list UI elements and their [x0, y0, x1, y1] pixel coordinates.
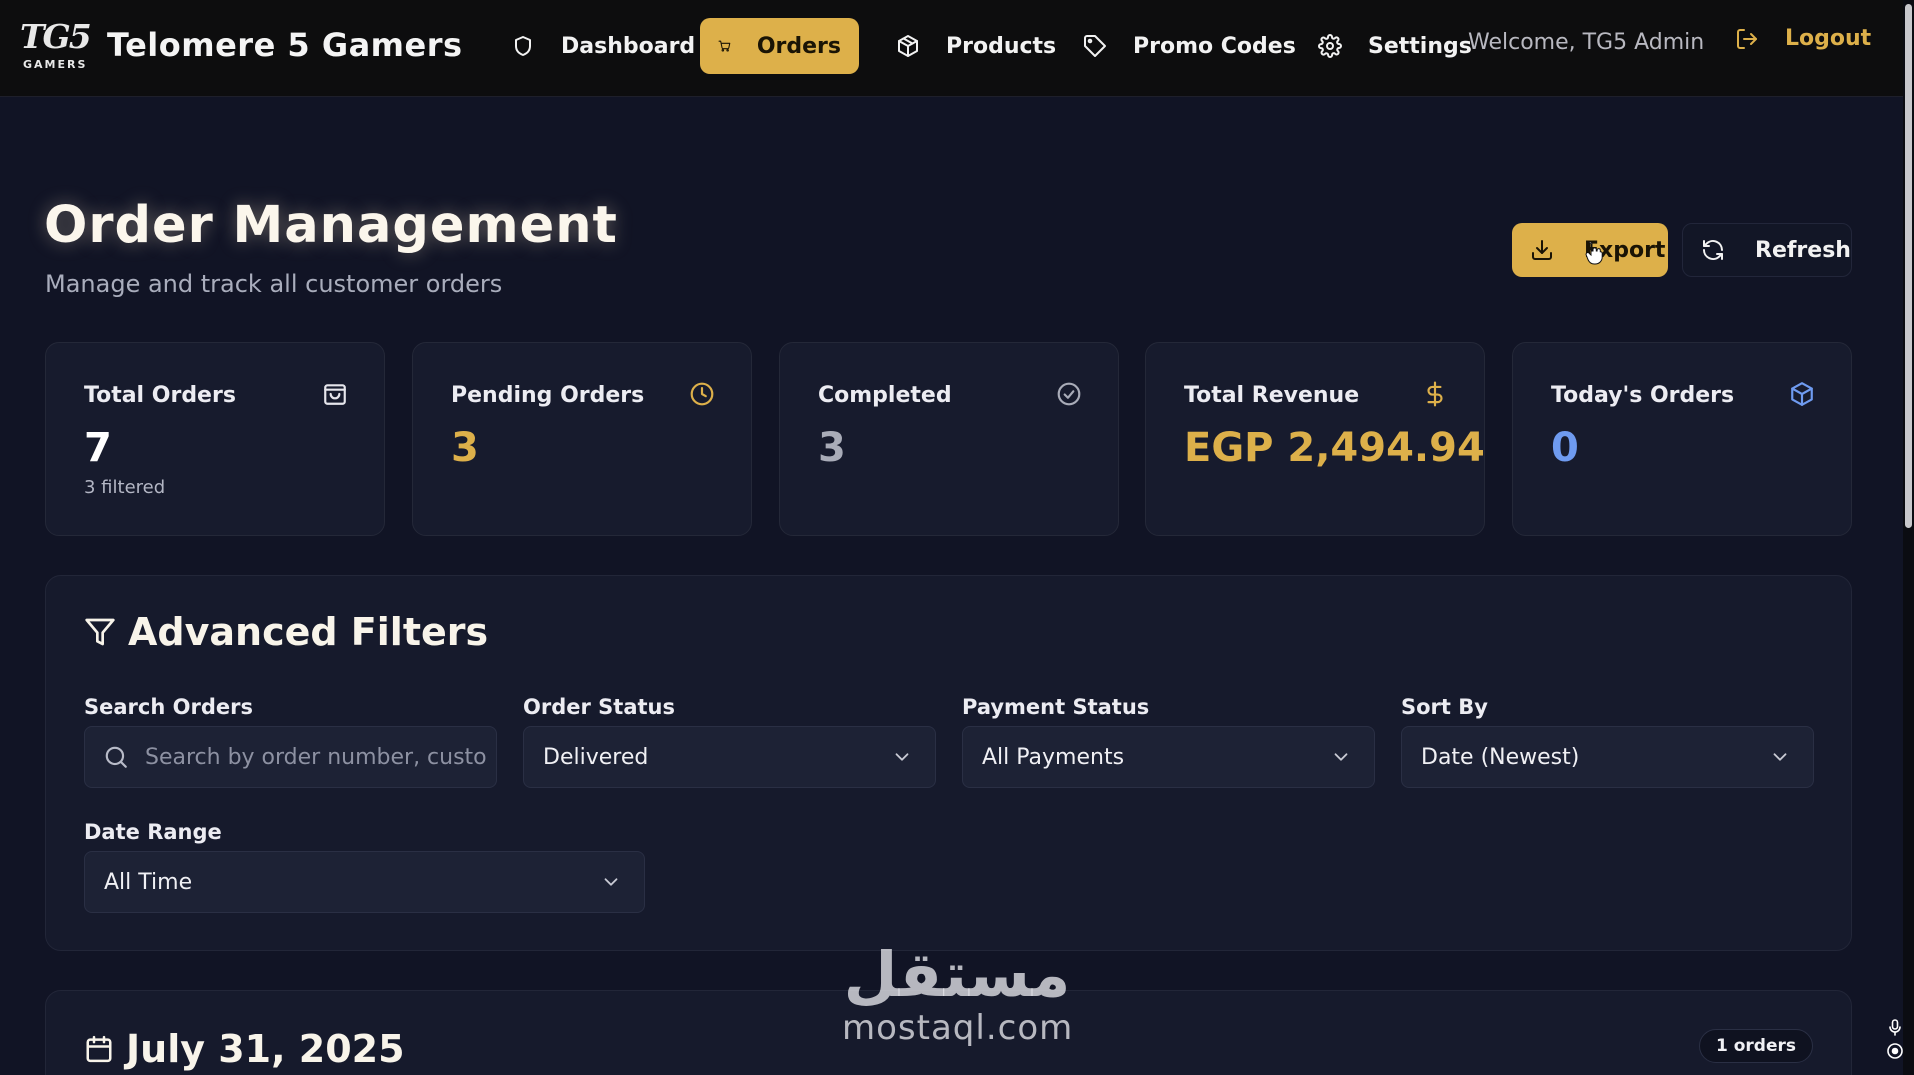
stat-card-completed: Completed 3 [779, 342, 1119, 536]
check-circle-icon [1057, 382, 1081, 406]
watermark-latin: mostaql.com [842, 1008, 1074, 1048]
refresh-button[interactable]: Refresh [1682, 223, 1852, 277]
stat-value: 3 [818, 425, 846, 471]
nav-item-promo-codes[interactable]: Promo Codes [1065, 18, 1314, 74]
sort-by-select[interactable]: Date (Newest) [1401, 726, 1814, 788]
date-group-title: July 31, 2025 [84, 1027, 405, 1071]
nav-item-dashboard[interactable]: Dashboard [493, 18, 713, 74]
payment-status-select[interactable]: All Payments [962, 726, 1375, 788]
nav-item-label: Promo Codes [1133, 33, 1296, 59]
box-icon [1791, 382, 1813, 406]
stat-value: 3 [451, 425, 479, 471]
orders-count-badge: 1 orders [1698, 1029, 1813, 1063]
filter-icon [85, 618, 115, 646]
date-range-select[interactable]: All Time [84, 851, 645, 913]
welcome-text: Welcome, TG5 Admin [1468, 30, 1705, 55]
download-icon [1532, 240, 1552, 260]
order-status-label: Order Status [523, 695, 675, 719]
brand-name[interactable]: Telomere 5 Gamers [107, 26, 463, 64]
date-group-date: July 31, 2025 [126, 1027, 405, 1071]
stat-label: Total Revenue [1184, 383, 1360, 408]
nav-item-settings[interactable]: Settings [1300, 18, 1490, 74]
logout-icon [1737, 28, 1757, 49]
dollar-icon [1427, 381, 1443, 407]
watermark: مستقل mostaql.com [842, 938, 1074, 1048]
search-input[interactable] [129, 744, 496, 770]
shopping-bag-icon [324, 384, 346, 405]
stat-card-pending-orders: Pending Orders 3 [412, 342, 752, 536]
stat-card-todays-orders: Today's Orders 0 [1512, 342, 1852, 536]
corner-tools [1886, 1018, 1908, 1066]
mouse-cursor-icon [1585, 241, 1603, 265]
date-range-value: All Time [104, 869, 193, 895]
nav-item-label: Products [946, 33, 1057, 59]
filters-title: Advanced Filters [84, 610, 488, 654]
refresh-label: Refresh [1755, 237, 1851, 263]
page-title: Order Management [44, 196, 618, 255]
search-label: Search Orders [84, 695, 253, 719]
payment-status-label: Payment Status [962, 695, 1150, 719]
top-navbar: TG5 GAMERS Telomere 5 Gamers Dashboard O… [0, 0, 1903, 97]
stat-value: 0 [1551, 425, 1579, 471]
nav-item-orders[interactable]: Orders [700, 18, 859, 74]
sort-by-label: Sort By [1401, 695, 1488, 719]
order-status-select[interactable]: Delivered [523, 726, 936, 788]
watermark-arabic: مستقل [843, 938, 1071, 1011]
tag-icon [1084, 35, 1106, 57]
stat-card-total-revenue: Total Revenue EGP 2,494.94 [1145, 342, 1485, 536]
advanced-filters-panel: Advanced Filters Search Orders Order Sta… [45, 575, 1852, 951]
stat-sub: 3 filtered [84, 477, 166, 498]
stat-value: 7 [84, 425, 112, 471]
stat-label: Pending Orders [451, 383, 645, 408]
stat-card-total-orders: Total Orders 7 3 filtered [45, 342, 385, 536]
nav-item-label: Settings [1368, 33, 1472, 59]
stat-label: Completed [818, 383, 952, 408]
page-scrollbar[interactable] [1903, 0, 1914, 1075]
logout-label: Logout [1785, 26, 1872, 51]
search-icon [105, 746, 127, 768]
logo-subtext: GAMERS [23, 58, 88, 71]
search-field [84, 726, 497, 788]
stat-label: Today's Orders [1551, 383, 1735, 408]
calendar-icon [86, 1035, 112, 1063]
page-subtitle: Manage and track all customer orders [45, 270, 503, 298]
payment-status-value: All Payments [982, 744, 1125, 770]
refresh-icon [1703, 240, 1723, 260]
date-range-label: Date Range [84, 820, 222, 844]
order-status-value: Delivered [543, 744, 649, 770]
nav-item-label: Orders [756, 33, 841, 59]
target-icon[interactable] [1886, 1042, 1904, 1060]
cart-icon [718, 40, 731, 52]
stat-label: Total Orders [84, 383, 236, 408]
logo-text: TG5 [20, 17, 92, 56]
sort-by-value: Date (Newest) [1421, 744, 1580, 770]
gear-icon [1318, 34, 1342, 58]
package-icon [898, 35, 918, 57]
shield-icon [515, 36, 531, 56]
logout-button[interactable]: Logout [1735, 26, 1871, 51]
chevron-down-icon [1334, 753, 1348, 761]
chevron-down-icon [604, 878, 618, 886]
microphone-icon[interactable] [1886, 1018, 1904, 1036]
filters-title-text: Advanced Filters [128, 610, 489, 654]
nav-item-label: Dashboard [561, 33, 696, 59]
clock-icon [690, 382, 714, 406]
nav-item-products[interactable]: Products [878, 18, 1074, 74]
scrollbar-thumb[interactable] [1905, 4, 1912, 528]
stat-value: EGP 2,494.94 [1184, 425, 1485, 471]
chevron-down-icon [1773, 753, 1787, 761]
chevron-down-icon [895, 753, 909, 761]
brand-logo[interactable]: TG5 GAMERS [20, 18, 94, 72]
